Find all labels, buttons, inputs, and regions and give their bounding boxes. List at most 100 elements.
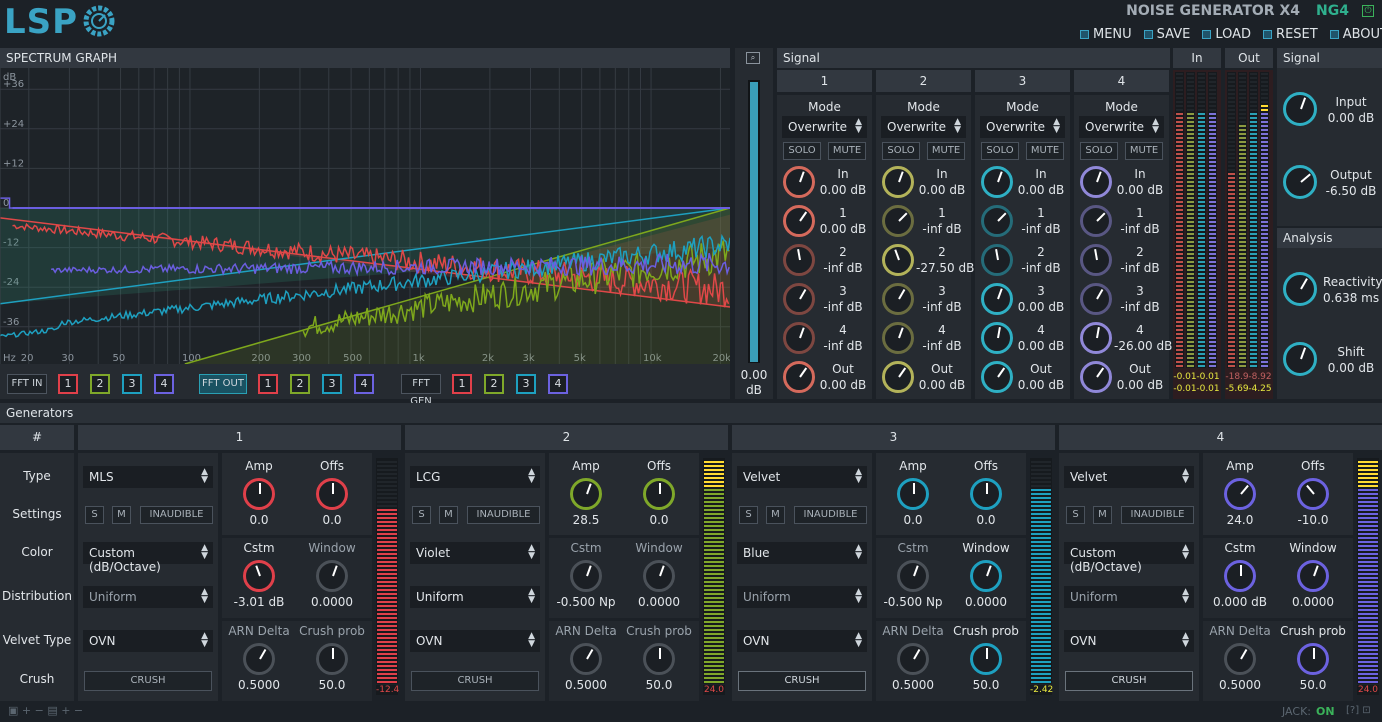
signal-knob-4-3[interactable] <box>1080 283 1112 315</box>
fft-out-channel-2[interactable]: 2 <box>290 374 310 394</box>
type-select-1[interactable]: MLS ▲ ▼ <box>83 466 213 488</box>
solo-button-4[interactable]: SOLO <box>1080 142 1118 160</box>
status-bar-icons[interactable]: ▣ + − ▤ + − <box>8 704 83 717</box>
s-button-2[interactable]: S <box>412 506 431 524</box>
signal-knob-1-4[interactable] <box>783 322 815 354</box>
signal-knob-2-out[interactable] <box>882 361 914 393</box>
signal-knob-2-3[interactable] <box>882 283 914 315</box>
menu-menu[interactable]: MENU <box>1080 25 1132 43</box>
crush-button-4[interactable]: CRUSH <box>1065 671 1193 691</box>
signal-knob-2-4[interactable] <box>882 322 914 354</box>
menu-about[interactable]: ABOUT <box>1329 25 1382 43</box>
offs-knob-4[interactable] <box>1297 478 1329 510</box>
signal-knob-4-1[interactable] <box>1080 205 1112 237</box>
crush_prob-knob-1[interactable] <box>316 643 348 675</box>
signal-knob-3-1[interactable] <box>981 205 1013 237</box>
amp-knob-1[interactable] <box>243 478 275 510</box>
fft-out-button[interactable]: FFT OUT <box>199 374 247 394</box>
cstm-knob-1[interactable] <box>243 560 275 592</box>
fft-gen-channel-3[interactable]: 3 <box>516 374 536 394</box>
mode-select-1[interactable]: Overwrite ▲ ▼ <box>782 116 867 138</box>
fft-out-channel-3[interactable]: 3 <box>322 374 342 394</box>
signal-knob-4-4[interactable] <box>1080 322 1112 354</box>
crush-button-1[interactable]: CRUSH <box>84 671 212 691</box>
offs-knob-3[interactable] <box>970 478 1002 510</box>
fft-gen-channel-1[interactable]: 1 <box>452 374 472 394</box>
power-icon[interactable]: ⏻ <box>1362 5 1374 17</box>
fft-in-channel-2[interactable]: 2 <box>90 374 110 394</box>
distribution-select-4[interactable]: Uniform ▲ ▼ <box>1064 586 1194 608</box>
solo-button-2[interactable]: SOLO <box>882 142 920 160</box>
window-knob-3[interactable] <box>970 560 1002 592</box>
input-knob[interactable] <box>1283 92 1317 126</box>
inaudible-button-2[interactable]: INAUDIBLE <box>467 506 540 524</box>
mute-button-3[interactable]: MUTE <box>1026 142 1064 160</box>
velvet-type-select-3[interactable]: OVN ▲ ▼ <box>737 630 867 652</box>
signal-knob-4-2[interactable] <box>1080 244 1112 276</box>
amp-knob-3[interactable] <box>897 478 929 510</box>
arn-knob-1[interactable] <box>243 643 275 675</box>
signal-knob-4-out[interactable] <box>1080 361 1112 393</box>
fft-gen-channel-2[interactable]: 2 <box>484 374 504 394</box>
signal-knob-3-in[interactable] <box>981 166 1013 198</box>
menu-save[interactable]: SAVE <box>1143 25 1190 43</box>
output-knob[interactable] <box>1283 165 1317 199</box>
crush_prob-knob-4[interactable] <box>1297 643 1329 675</box>
signal-knob-3-out[interactable] <box>981 361 1013 393</box>
solo-button-1[interactable]: SOLO <box>783 142 821 160</box>
signal-knob-1-1[interactable] <box>783 205 815 237</box>
m-button-1[interactable]: M <box>112 506 131 524</box>
inaudible-button-4[interactable]: INAUDIBLE <box>1121 506 1194 524</box>
menu-load[interactable]: LOAD <box>1202 25 1251 43</box>
zoom-icon[interactable]: ⌕ <box>746 52 760 64</box>
distribution-select-1[interactable]: Uniform ▲ ▼ <box>83 586 213 608</box>
mode-select-2[interactable]: Overwrite ▲ ▼ <box>881 116 966 138</box>
signal-knob-3-3[interactable] <box>981 283 1013 315</box>
crush_prob-knob-2[interactable] <box>643 643 675 675</box>
fft-gen-button[interactable]: FFT GEN <box>401 374 441 407</box>
crush-button-2[interactable]: CRUSH <box>411 671 539 691</box>
s-button-3[interactable]: S <box>739 506 758 524</box>
signal-knob-1-2[interactable] <box>783 244 815 276</box>
arn-knob-3[interactable] <box>897 643 929 675</box>
mode-select-3[interactable]: Overwrite ▲ ▼ <box>980 116 1065 138</box>
signal-knob-4-in[interactable] <box>1080 166 1112 198</box>
spectrum-graph[interactable]: dB+36+24+120-12-24-36Hz 20 30 50 100 200 300 50… <box>0 68 730 364</box>
velvet-type-select-4[interactable]: OVN ▲ ▼ <box>1064 630 1194 652</box>
amp-knob-2[interactable] <box>570 478 602 510</box>
fft-in-channel-3[interactable]: 3 <box>122 374 142 394</box>
type-select-2[interactable]: LCG ▲ ▼ <box>410 466 540 488</box>
offs-knob-2[interactable] <box>643 478 675 510</box>
cstm-knob-4[interactable] <box>1224 560 1256 592</box>
solo-button-3[interactable]: SOLO <box>981 142 1019 160</box>
signal-knob-2-in[interactable] <box>882 166 914 198</box>
fft-gen-channel-4[interactable]: 4 <box>548 374 568 394</box>
signal-knob-2-2[interactable] <box>882 244 914 276</box>
arn-knob-4[interactable] <box>1224 643 1256 675</box>
window-knob-1[interactable] <box>316 560 348 592</box>
color-select-4[interactable]: Custom (dB/Octave) ▲ ▼ <box>1064 542 1194 574</box>
signal-knob-1-out[interactable] <box>783 361 815 393</box>
s-button-1[interactable]: S <box>85 506 104 524</box>
color-select-1[interactable]: Custom (dB/Octave) ▲ ▼ <box>83 542 213 574</box>
type-select-3[interactable]: Velvet ▲ ▼ <box>737 466 867 488</box>
color-select-3[interactable]: Blue ▲ ▼ <box>737 542 867 564</box>
signal-knob-3-2[interactable] <box>981 244 1013 276</box>
m-button-3[interactable]: M <box>766 506 785 524</box>
fft-in-channel-4[interactable]: 4 <box>154 374 174 394</box>
signal-knob-2-1[interactable] <box>882 205 914 237</box>
fft-out-channel-1[interactable]: 1 <box>258 374 278 394</box>
color-select-2[interactable]: Violet ▲ ▼ <box>410 542 540 564</box>
window-knob-4[interactable] <box>1297 560 1329 592</box>
crush_prob-knob-3[interactable] <box>970 643 1002 675</box>
cstm-knob-2[interactable] <box>570 560 602 592</box>
mode-select-4[interactable]: Overwrite ▲ ▼ <box>1079 116 1164 138</box>
offs-knob-1[interactable] <box>316 478 348 510</box>
distribution-select-3[interactable]: Uniform ▲ ▼ <box>737 586 867 608</box>
reactivity-knob[interactable] <box>1283 272 1317 306</box>
mute-button-4[interactable]: MUTE <box>1125 142 1163 160</box>
velvet-type-select-2[interactable]: OVN ▲ ▼ <box>410 630 540 652</box>
window-knob-2[interactable] <box>643 560 675 592</box>
signal-knob-1-in[interactable] <box>783 166 815 198</box>
type-select-4[interactable]: Velvet ▲ ▼ <box>1064 466 1194 488</box>
